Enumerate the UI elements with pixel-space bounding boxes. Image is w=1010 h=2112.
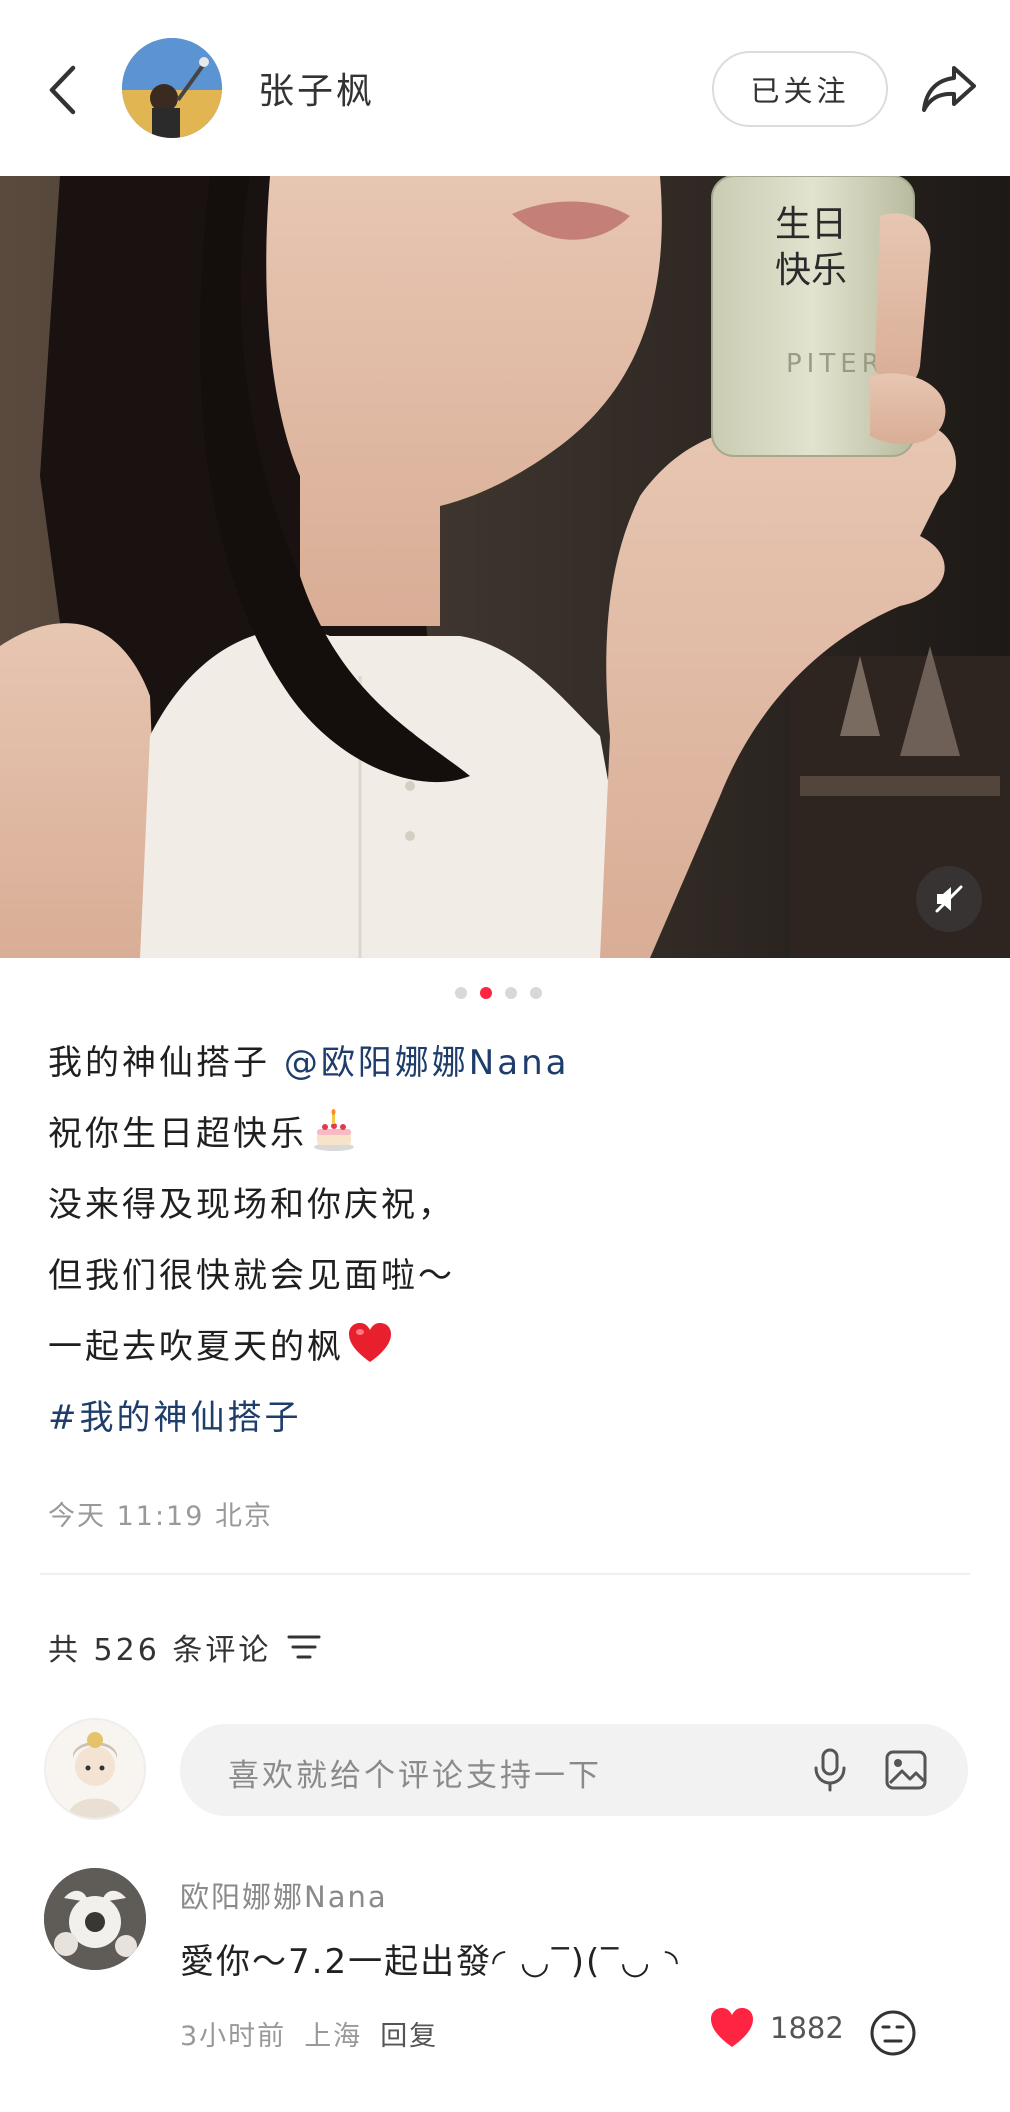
bottle-text-1: 生日	[775, 204, 847, 245]
post-header: 张子枫 已关注	[0, 0, 1010, 176]
comment-avatar-image	[44, 1868, 146, 1970]
current-user-avatar[interactable]	[44, 1718, 146, 1820]
like-count: 1882	[770, 2011, 844, 2045]
carousel-dot[interactable]	[530, 987, 542, 999]
comment-count: 共 526 条评论	[48, 1625, 321, 1669]
caption-text: 一起去吹夏天的枫	[48, 1327, 344, 1367]
image-upload-button[interactable]	[880, 1744, 932, 1796]
image-icon	[885, 1750, 927, 1790]
caption-line-1: 我的神仙搭子 @欧阳娜娜Nana	[48, 1034, 968, 1105]
carousel-dot-active[interactable]	[480, 987, 492, 999]
author-avatar[interactable]	[122, 38, 222, 138]
author-name[interactable]: 张子枫	[258, 62, 375, 114]
comment-location: 上海	[304, 2021, 363, 2052]
reply-button[interactable]: 回复	[380, 2014, 438, 2053]
like-button[interactable]: 1882	[708, 2006, 844, 2050]
post-photo-illustration: 生日 快乐 PITERA	[0, 176, 1010, 958]
caption-text: 祝你生日超快乐	[48, 1114, 307, 1154]
divider	[40, 1573, 970, 1575]
caption-line-3: 没来得及现场和你庆祝，	[48, 1185, 455, 1225]
current-user-avatar-image	[46, 1720, 144, 1818]
mention-link[interactable]: @欧阳娜娜Nana	[284, 1043, 570, 1083]
share-icon	[922, 66, 976, 112]
comment-time: 3小时前	[180, 2021, 287, 2052]
caption-line-4: 但我们很快就会见面啦～	[48, 1256, 455, 1296]
back-button[interactable]	[38, 58, 86, 122]
comment-avatar[interactable]	[44, 1868, 146, 1970]
comment-meta: 3小时前 上海 回复	[180, 2014, 438, 2053]
mic-icon	[814, 1748, 846, 1792]
mute-icon	[935, 885, 963, 913]
author-avatar-image	[122, 38, 222, 138]
sort-icon[interactable]	[287, 1633, 321, 1661]
voice-input-button[interactable]	[804, 1744, 856, 1796]
carousel-indicator	[455, 987, 542, 999]
post-caption: 我的神仙搭子 @欧阳娜娜Nana 祝你生日超快乐 没来得及现场和你庆祝， 但我们…	[48, 1034, 968, 1460]
carousel-dot[interactable]	[455, 987, 467, 999]
comment-count-label: 共 526 条评论	[48, 1633, 272, 1668]
caption-text: 我的神仙搭子	[48, 1043, 270, 1083]
carousel-dot[interactable]	[505, 987, 517, 999]
caption-line-5: 一起去吹夏天的枫	[48, 1318, 968, 1389]
caption-line-2: 祝你生日超快乐	[48, 1105, 968, 1176]
follow-button[interactable]: 已关注	[712, 51, 888, 127]
share-button[interactable]	[916, 56, 982, 122]
emoji-reaction-button[interactable]	[868, 2008, 918, 2058]
emoji-icon	[870, 2010, 916, 2056]
comment-input-placeholder: 喜欢就给个评论支持一下	[228, 1758, 602, 1794]
heart-emoji	[349, 1323, 391, 1362]
comment-text: 愛你～7.2一起出發◜ ◡‾)(‾◡ ◝	[180, 1942, 680, 1982]
post-image[interactable]: 生日 快乐 PITERA	[0, 176, 1010, 958]
bottle-text-2: 快乐	[775, 250, 847, 291]
cake-emoji	[314, 1109, 354, 1151]
hashtag-link[interactable]: #我的神仙搭子	[48, 1389, 968, 1460]
heart-icon	[711, 2008, 753, 2047]
comment-username[interactable]: 欧阳娜娜Nana	[180, 1874, 388, 1916]
mute-toggle[interactable]	[916, 866, 982, 932]
back-arrow-icon	[49, 65, 76, 115]
post-meta: 今天 11:19 北京	[48, 1501, 273, 1532]
comment-input[interactable]: 喜欢就给个评论支持一下	[180, 1724, 968, 1816]
